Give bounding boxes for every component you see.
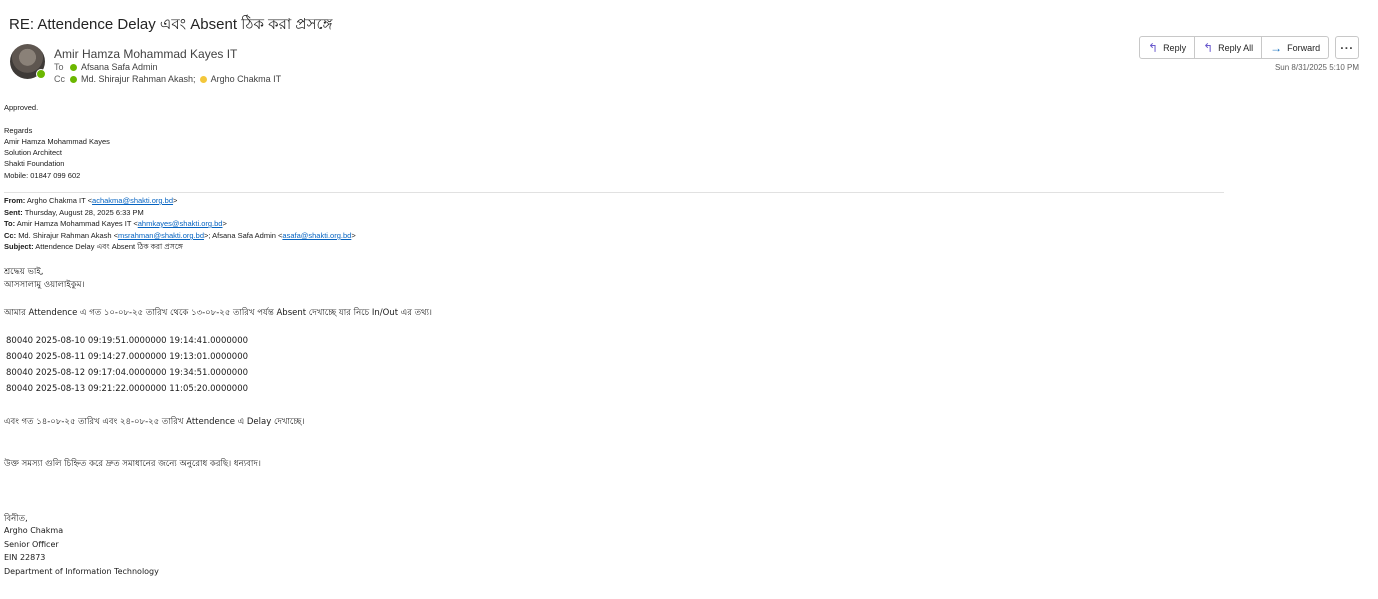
email-link[interactable]: achakma@shakti.org.bd [92,196,173,205]
quoted-from-label: From: [4,196,26,205]
closing: বিনীত, [4,514,28,524]
attendance-record: 80040 2025-08-10 09:19:51.0000000 19:14:… [6,336,249,346]
signature-line: Amir Hamza Mohammad Kayes [4,137,110,146]
quoted-sent-label: Sent: [4,208,23,217]
quoted-from: From: Argho Chakma IT <achakma@shakti.or… [4,196,177,205]
forward-label: Forward [1287,42,1321,53]
quoted-cc-name: >; Afsana Safa Admin < [204,231,283,240]
greeting: শ্রদ্ধেয় ভাই, [4,267,44,277]
quoted-cc-label: Cc: [4,231,17,240]
presence-available-icon [36,69,46,79]
more-actions-button[interactable]: ··· [1335,36,1359,59]
quoted-to: To: Amir Hamza Mohammad Kayes IT <ahmkay… [4,219,227,228]
quoted-subject-value: Attendence Delay এবং Absent ঠিক করা প্রস… [35,242,183,251]
signature-line: Solution Architect [4,148,62,157]
bracket: > [173,196,178,205]
quoted-cc: Cc: Md. Shirajur Rahman Akash <msrahman@… [4,231,356,240]
reply-text: Approved. [4,103,39,112]
quoted-sent: Sent: Thursday, August 28, 2025 6:33 PM [4,208,144,217]
sender-name[interactable]: Amir Hamza Mohammad Kayes IT [54,47,237,61]
cc-recipient[interactable]: Argho Chakma IT [211,74,282,84]
body-paragraph: আমার Attendence এ গত ১০-০৮-২৫ তারিখ থেকে… [4,308,432,318]
quoted-subject-label: Subject: [4,242,34,251]
email-link[interactable]: msrahman@shakti.org.bd [118,231,204,240]
signature-line: Shakti Foundation [4,159,65,168]
body-paragraph: উক্ত সমস্যা গুলি চিহ্নিত করে দ্রুত সমাধা… [4,459,261,469]
email-link[interactable]: ahmkayes@shakti.org.bd [138,219,223,228]
signature-line: Senior Officer [4,540,59,549]
to-recipient[interactable]: Afsana Safa Admin [81,62,158,72]
email-link[interactable]: asafa@shakti.org.bd [282,231,351,240]
body-paragraph: এবং গত ১৪-০৮-২৫ তারিখ এবং ২৪-০৮-২৫ তারিখ… [4,417,305,427]
quoted-to-label: To: [4,219,16,228]
quoted-subject: Subject: Attendence Delay এবং Absent ঠিক… [4,242,183,254]
bracket: > [222,219,227,228]
presence-available-icon [70,75,77,83]
signature-line: Argho Chakma [4,526,64,535]
reply-all-arrow-icon: ↰ [1203,40,1214,55]
cc-recipient[interactable]: Md. Shirajur Rahman Akash; [81,74,196,84]
attendance-record: 80040 2025-08-11 09:14:27.0000000 19:13:… [6,352,249,362]
reply-button[interactable]: ↰ Reply [1139,36,1196,59]
attendance-record: 80040 2025-08-12 09:17:04.0000000 19:34:… [6,368,249,378]
forward-button[interactable]: → Forward [1262,36,1330,59]
reply-all-button[interactable]: ↰ Reply All [1195,36,1263,59]
reply-arrow-icon: ↰ [1148,40,1159,55]
to-label: To [54,62,64,72]
forward-arrow-icon: → [1270,40,1283,55]
presence-away-icon [199,75,207,83]
attendance-record: 80040 2025-08-13 09:21:22.0000000 11:05:… [6,384,249,394]
to-line: To Afsana Safa Admin [54,62,158,72]
quote-divider [4,192,1224,193]
greeting: আসসালামু ওয়ালাইকুম। [4,280,85,290]
message-timestamp: Sun 8/31/2025 5:10 PM [1274,63,1359,72]
quoted-cc-name: Md. Shirajur Rahman Akash < [18,231,119,240]
reply-label: Reply [1163,42,1187,53]
email-subject: RE: Attendence Delay এবং Absent ঠিক করা … [9,16,333,33]
signature-line: EIN 22873 [4,553,46,562]
signature-line: Regards [4,126,33,135]
quoted-sent-value: Thursday, August 28, 2025 6:33 PM [24,208,144,217]
quoted-to-name: Amir Hamza Mohammad Kayes IT < [16,219,138,228]
presence-available-icon [70,63,77,71]
signature-line: Mobile: 01847 099 602 [4,171,81,180]
signature-line: Department of Information Technology [4,567,159,576]
reply-all-label: Reply All [1218,42,1254,53]
cc-line: Cc Md. Shirajur Rahman Akash; Argho Chak… [54,74,281,84]
cc-label: Cc [54,74,65,84]
quoted-from-name: Argho Chakma IT < [26,196,93,205]
message-actions: ↰ Reply ↰ Reply All → Forward [1139,36,1330,59]
bracket: > [351,231,356,240]
